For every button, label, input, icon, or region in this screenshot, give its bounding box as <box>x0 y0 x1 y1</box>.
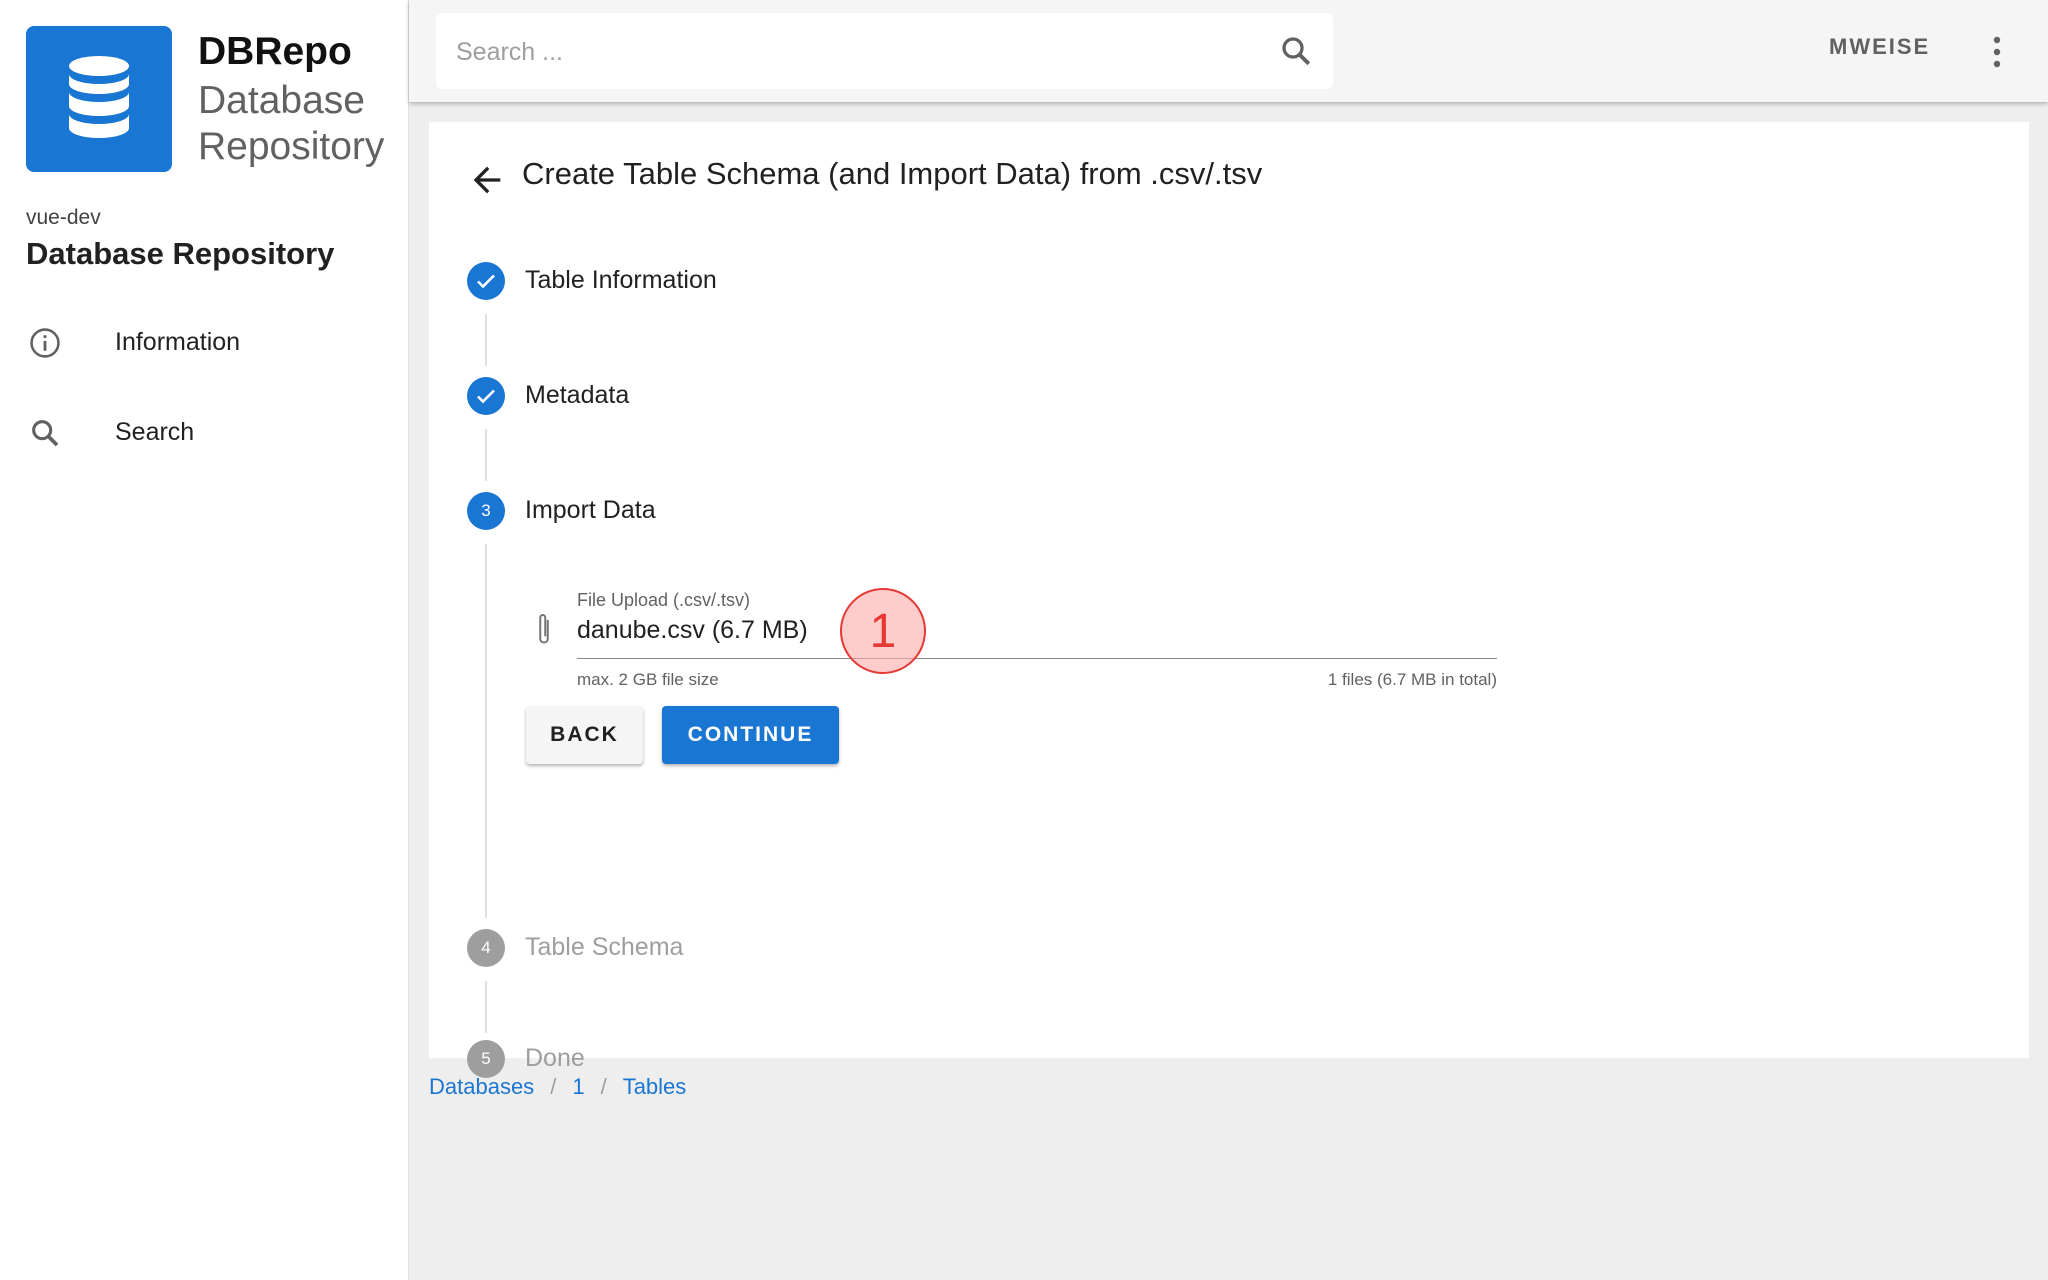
more-vert-icon[interactable] <box>1987 32 2007 72</box>
search-input[interactable] <box>454 31 1238 73</box>
step-connector <box>485 981 487 1033</box>
sidebar-item-information[interactable]: Information <box>0 308 408 380</box>
continue-button[interactable]: CONTINUE <box>662 706 839 764</box>
user-menu-button[interactable]: MWEISE <box>1829 34 1930 60</box>
step-label: Table Information <box>525 266 717 294</box>
step-label: Table Schema <box>525 933 684 961</box>
brand-subtitle: Database Repository <box>198 79 385 168</box>
page-title: Create Table Schema (and Import Data) fr… <box>522 156 1263 191</box>
sidebar-item-label: Search <box>115 418 195 446</box>
file-upload-input[interactable]: danube.csv (6.7 MB) <box>577 616 808 645</box>
arrow-back-icon[interactable] <box>467 160 507 200</box>
brand-title: DBRepo <box>198 30 352 73</box>
step-connector <box>485 314 487 366</box>
file-upload-label: File Upload (.csv/.tsv) <box>577 590 751 610</box>
paperclip-icon[interactable] <box>529 610 559 650</box>
check-icon <box>467 377 505 415</box>
info-icon <box>30 328 60 358</box>
step-label: Metadata <box>525 381 630 409</box>
search-icon <box>32 420 59 447</box>
instance-title: Database Repository <box>26 236 335 271</box>
step-connector <box>485 544 487 918</box>
annotation-marker: 1 <box>840 588 926 674</box>
search-box <box>436 13 1333 89</box>
breadcrumb-separator: / <box>600 1074 607 1099</box>
back-button[interactable]: BACK <box>526 706 643 764</box>
logo[interactable] <box>26 26 172 172</box>
file-size-hint: max. 2 GB file size <box>577 670 719 689</box>
file-counter: 1 files (6.7 MB in total) <box>1327 670 1497 689</box>
search-icon[interactable] <box>1278 33 1314 69</box>
database-icon <box>69 56 129 138</box>
stepper-card: Create Table Schema (and Import Data) fr… <box>429 122 2029 1078</box>
step-number: 5 <box>467 1040 505 1078</box>
file-upload-underline <box>577 658 1497 659</box>
sidebar-item-label: Information <box>115 328 241 356</box>
step-label: Done <box>525 1044 585 1072</box>
step-number: 4 <box>467 929 505 967</box>
instance-name: vue-dev <box>26 206 101 229</box>
breadcrumb-databases[interactable]: Databases <box>429 1074 534 1099</box>
step-connector <box>485 429 487 481</box>
step-label: Import Data <box>525 496 656 524</box>
breadcrumb-separator: / <box>550 1074 557 1099</box>
app-bar: MWEISE <box>409 0 2048 102</box>
breadcrumb: Databases / 1 / Tables <box>429 1074 686 1100</box>
sidebar: DBRepo Database Repository vue-dev Datab… <box>0 0 409 1280</box>
check-icon <box>467 262 505 300</box>
breadcrumb-tables[interactable]: Tables <box>623 1074 687 1099</box>
breadcrumb-database-id[interactable]: 1 <box>572 1074 584 1099</box>
step-number: 3 <box>467 492 505 530</box>
sidebar-item-search[interactable]: Search <box>0 398 408 470</box>
